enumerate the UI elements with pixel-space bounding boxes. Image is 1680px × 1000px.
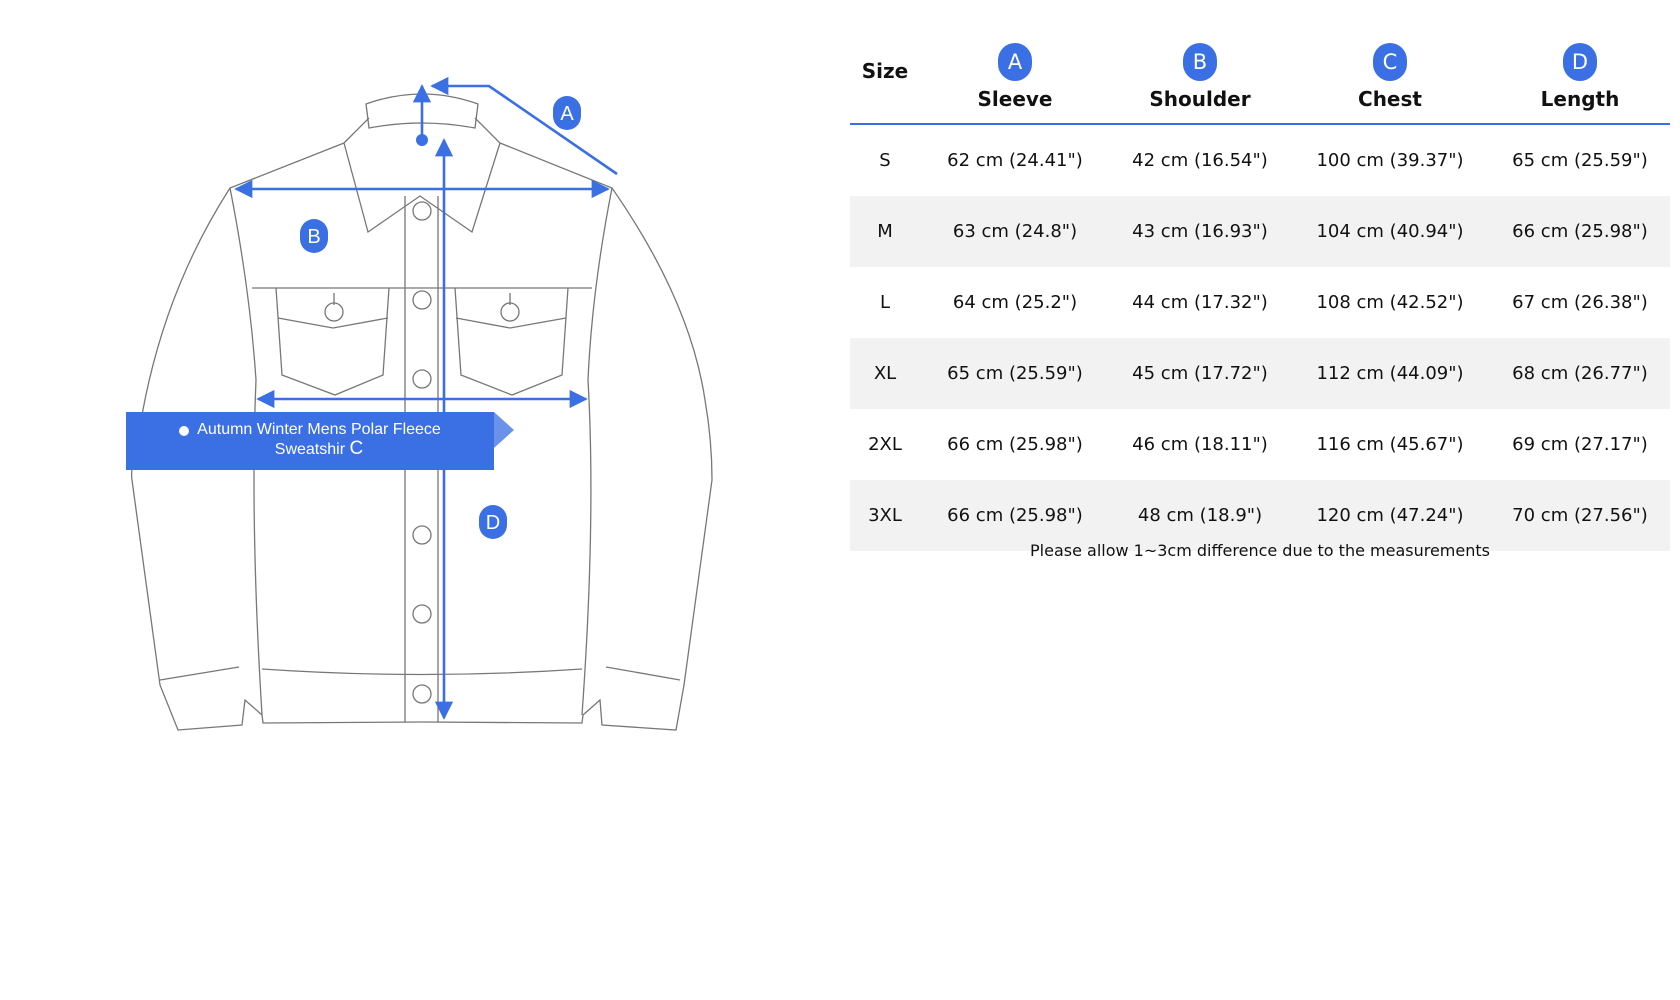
sleeve-cell: 63 cm (24.8")	[920, 196, 1110, 267]
label-d-badge: D	[479, 505, 507, 539]
label-c: C	[349, 438, 364, 459]
shoulder-cell: 46 cm (18.11")	[1132, 434, 1268, 455]
size-cell: M	[850, 196, 920, 267]
badge-a: A	[998, 43, 1032, 81]
jacket-diagram: A B D	[130, 0, 713, 731]
measurement-lines	[234, 86, 618, 720]
badge-c: C	[1373, 43, 1407, 81]
chest-header: C Chest	[1290, 18, 1490, 125]
size-cell: XL	[850, 338, 920, 409]
label-b-badge: B	[300, 219, 328, 253]
chest-cell: 100 cm (39.37")	[1316, 150, 1464, 171]
length-cell: 67 cm (26.38")	[1512, 292, 1648, 313]
shoulder-cell: 42 cm (16.54")	[1132, 150, 1268, 171]
sleeve-cell: 64 cm (25.2")	[952, 292, 1078, 313]
chest-cell: 112 cm (44.09")	[1290, 338, 1490, 409]
banner-line-1: Autumn Winter Mens Polar Fleece	[197, 421, 441, 438]
measurement-note: Please allow 1~3cm difference due to the…	[1030, 541, 1490, 560]
collar-dot	[416, 134, 428, 146]
size-header: Size	[850, 18, 920, 125]
banner-arrow-icon	[494, 412, 514, 448]
badge-d: D	[1563, 43, 1597, 81]
size-cell: 2XL	[868, 434, 902, 455]
label-b: B	[307, 226, 320, 248]
table-row: 2XL 66 cm (25.98") 46 cm (18.11") 116 cm…	[850, 409, 1670, 480]
size-chart-table: Size A Sleeve B Shoulder C Chest D Length S …	[850, 18, 1670, 551]
label-a-badge: A	[553, 96, 581, 130]
shoulder-header: B Shoulder	[1110, 18, 1290, 125]
label-d: D	[486, 512, 500, 534]
label-a: A	[560, 103, 574, 125]
length-cell: 69 cm (27.17")	[1512, 434, 1648, 455]
bullet-icon	[179, 426, 189, 436]
table-header-row: Size A Sleeve B Shoulder C Chest D Length	[850, 18, 1670, 125]
sleeve-cell: 65 cm (25.59")	[920, 338, 1110, 409]
table-row: XL 65 cm (25.59") 45 cm (17.72") 112 cm …	[850, 338, 1670, 409]
sleeve-cell: 62 cm (24.41")	[947, 150, 1083, 171]
table-row: L 64 cm (25.2") 44 cm (17.32") 108 cm (4…	[850, 267, 1670, 338]
sleeve-cell: 66 cm (25.98")	[947, 434, 1083, 455]
banner-line-2: Sweatshir C	[274, 438, 364, 459]
length-cell: 68 cm (26.77")	[1490, 338, 1670, 409]
size-cell: S	[879, 150, 891, 171]
table-row: M 63 cm (24.8") 43 cm (16.93") 104 cm (4…	[850, 196, 1670, 267]
shoulder-cell: 45 cm (17.72")	[1110, 338, 1290, 409]
chest-cell: 104 cm (40.94")	[1290, 196, 1490, 267]
shoulder-cell: 44 cm (17.32")	[1132, 292, 1268, 313]
table-row: S 62 cm (24.41") 42 cm (16.54") 100 cm (…	[850, 124, 1670, 196]
chest-cell: 108 cm (42.52")	[1316, 292, 1464, 313]
length-header: D Length	[1490, 18, 1670, 125]
length-cell: 66 cm (25.98")	[1490, 196, 1670, 267]
product-banner: Autumn Winter Mens Polar Fleece Sweatshi…	[126, 412, 494, 470]
chest-cell: 116 cm (45.67")	[1316, 434, 1464, 455]
length-cell: 65 cm (25.59")	[1512, 150, 1648, 171]
badge-b: B	[1183, 43, 1217, 81]
shoulder-cell: 43 cm (16.93")	[1110, 196, 1290, 267]
size-cell: L	[879, 292, 891, 313]
sleeve-header: A Sleeve	[920, 18, 1110, 125]
